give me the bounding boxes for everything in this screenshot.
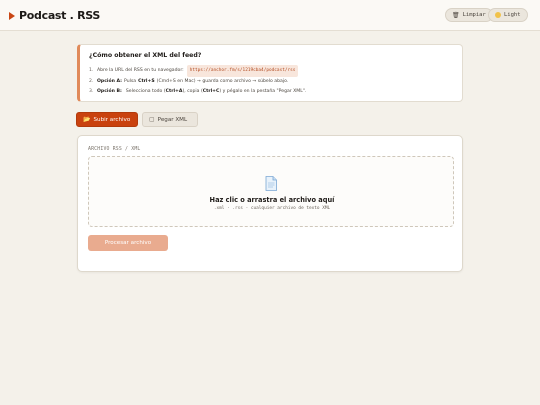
play-icon [9, 11, 15, 20]
file-drop-zone[interactable]: Haz clic o arrastra el archivo aquí .xml… [88, 156, 454, 227]
feed-url[interactable]: https://anchor.fm/s/1219cba4/podcast/rss [186, 65, 299, 77]
instructions-list: 1. Abre la URL del RSS en tu navegador: … [89, 65, 453, 97]
brand: Podcast . RSS [9, 9, 100, 22]
tab-upload-file[interactable]: 📂 Subir archivo [76, 112, 138, 127]
tab-paste-label: Pegar XML [157, 116, 188, 123]
theme-toggle-button[interactable]: Light [488, 8, 528, 22]
sun-icon [495, 12, 501, 18]
clear-button[interactable]: 🗑 Limpiar [445, 8, 493, 22]
clear-button-label: Limpiar [462, 12, 486, 18]
app-title: Podcast . RSS [19, 9, 101, 22]
process-file-button[interactable]: Procesar archivo [88, 235, 168, 251]
tab-upload-label: Subir archivo [93, 116, 131, 123]
app-header: Podcast . RSS 🗑 Limpiar Light [0, 0, 540, 31]
instruction-step-3: 3. Opción B: Selecciona todo ( Ctrl+A ),… [89, 89, 307, 94]
instruction-step-2: 2. Opción A: Pulsa Ctrl+S (Cmd+S en Mac)… [89, 79, 289, 84]
document-icon [265, 176, 277, 191]
trash-icon: 🗑 [452, 11, 460, 19]
clipboard-icon: ▢ [149, 116, 155, 123]
section-label: ARCHIVO RSS / XML [88, 147, 141, 152]
instructions-panel: ¿Cómo obtener el XML del feed? 1. Abre l… [77, 44, 463, 102]
drop-zone-hint: .xml · .rss · cualquier archivo de texto… [213, 206, 331, 211]
instruction-step-1: 1. Abre la URL del RSS en tu navegador: … [89, 65, 453, 77]
drop-zone-title: Haz clic o arrastra el archivo aquí [209, 196, 335, 204]
upload-card: ARCHIVO RSS / XML Haz clic o arrastra el… [77, 135, 463, 272]
instructions-title: ¿Cómo obtener el XML del feed? [89, 52, 202, 59]
theme-toggle-label: Light [504, 12, 521, 18]
folder-icon: 📂 [83, 116, 91, 123]
tab-paste-xml[interactable]: ▢ Pegar XML [142, 112, 198, 127]
